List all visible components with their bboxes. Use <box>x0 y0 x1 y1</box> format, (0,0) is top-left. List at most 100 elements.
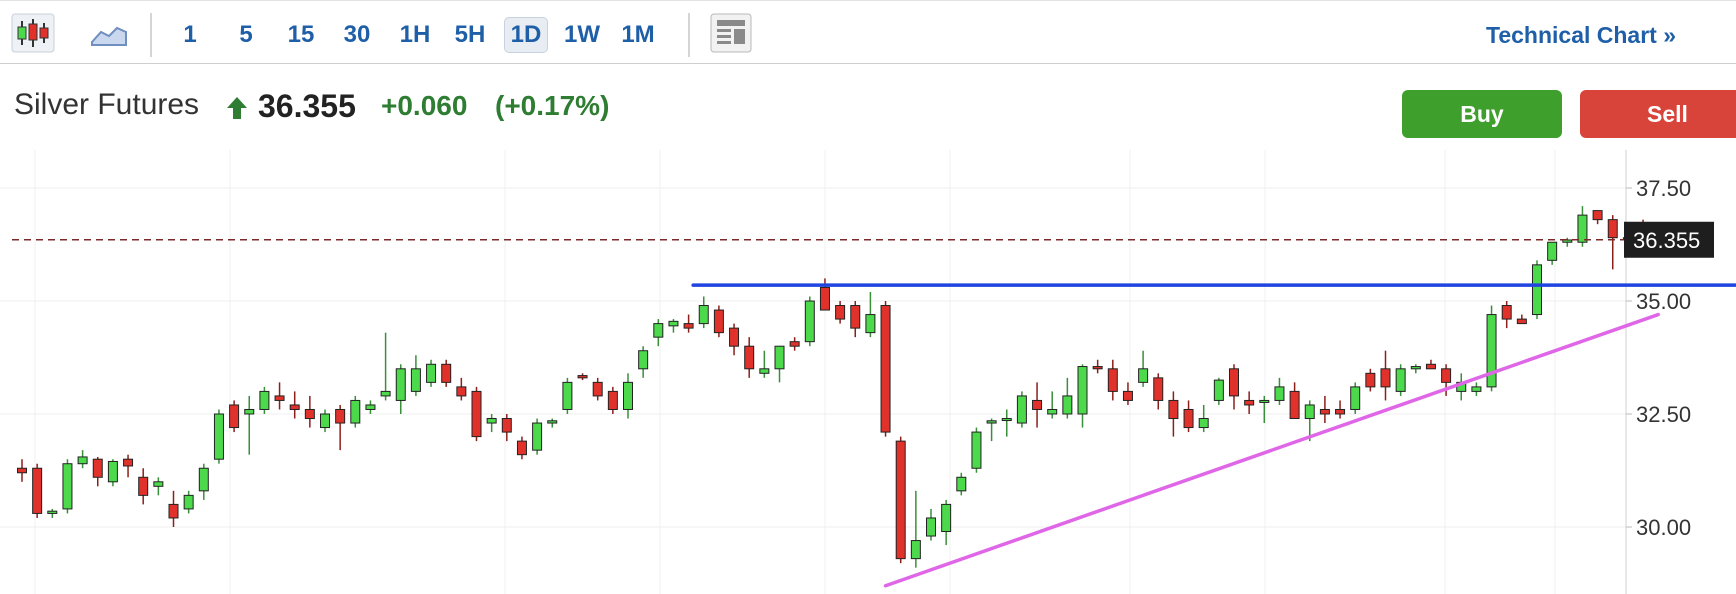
last-price-badge: 36.355 <box>1624 221 1714 258</box>
candle-body <box>1168 399 1179 420</box>
candle-body <box>1471 386 1482 392</box>
candle <box>683 314 694 333</box>
candle-body <box>501 418 512 433</box>
area-chart-icon[interactable] <box>86 13 132 53</box>
candle <box>92 456 103 487</box>
candle <box>229 400 240 433</box>
sell-button[interactable]: Sell <box>1580 90 1736 138</box>
candle-body <box>1229 368 1239 397</box>
candle <box>547 418 558 428</box>
timeframe-30[interactable]: 30 <box>337 17 377 53</box>
candle-body <box>1062 395 1073 415</box>
timeframe-1w[interactable]: 1W <box>560 17 604 53</box>
candle <box>426 359 437 387</box>
candle <box>1289 382 1300 420</box>
candle-body <box>198 467 209 492</box>
candle-body <box>1532 264 1542 316</box>
candle <box>1380 350 1391 401</box>
candle-body <box>32 467 43 514</box>
candle-body <box>138 476 149 496</box>
candle <box>17 459 27 482</box>
candle <box>365 400 376 414</box>
timeframe-1h[interactable]: 1H <box>393 17 437 53</box>
candle <box>1410 364 1421 374</box>
candle-body <box>1350 386 1361 410</box>
candle-body <box>789 341 800 347</box>
candle-body <box>1244 399 1255 406</box>
candle-body <box>547 420 558 424</box>
candle-body <box>607 390 618 410</box>
candle-body <box>380 390 391 397</box>
candle-body <box>1441 368 1452 383</box>
timeframe-1m[interactable]: 1M <box>616 17 660 53</box>
technical-chart-link[interactable]: Technical Chart » <box>1486 17 1736 53</box>
candlestick-chart-icon[interactable] <box>8 13 58 53</box>
candle-body <box>1425 363 1436 370</box>
candle-body <box>350 399 361 424</box>
candle-body <box>47 510 58 514</box>
candle-body <box>623 381 633 410</box>
candle <box>1532 260 1542 320</box>
layout-icon[interactable] <box>708 13 754 53</box>
candle-body <box>865 314 876 334</box>
candle <box>1062 377 1073 419</box>
candle <box>1077 364 1088 428</box>
y-tick-label: 37.50 <box>1636 176 1691 201</box>
candle <box>986 418 997 442</box>
price-axis: 37.50 35.00 32.50 30.00 36.355 <box>1624 176 1714 540</box>
candle-body <box>986 420 997 424</box>
candle-body <box>456 386 467 397</box>
candle-body <box>562 381 573 410</box>
candle-body <box>229 404 240 429</box>
candle-body <box>304 408 315 420</box>
candle-body <box>683 323 694 329</box>
candle <box>1092 359 1103 374</box>
timeframe-5h[interactable]: 5H <box>448 17 492 53</box>
timeframe-1[interactable]: 1 <box>172 17 208 53</box>
candle-body <box>1607 219 1618 239</box>
candle-body <box>471 390 482 438</box>
candle <box>350 395 361 428</box>
candle <box>153 477 164 496</box>
candle-body <box>759 368 770 374</box>
candle-body <box>1259 399 1270 403</box>
candle <box>577 373 588 381</box>
buy-button[interactable]: Buy <box>1402 90 1562 138</box>
chart-toolbar: 1 5 15 30 1H 5H 1D 1W 1M Technical Chart… <box>0 0 1736 64</box>
timeframe-5[interactable]: 5 <box>228 17 264 53</box>
candle <box>729 323 740 356</box>
candle-body <box>910 540 921 560</box>
candle-body <box>365 404 376 410</box>
candle-body <box>1304 404 1315 420</box>
timeframe-1d[interactable]: 1D <box>504 17 548 53</box>
candle-body <box>1319 408 1330 415</box>
candle-body <box>1380 368 1391 388</box>
candle-body <box>77 456 88 465</box>
candle <box>1107 359 1118 401</box>
timeframe-15[interactable]: 15 <box>281 17 321 53</box>
candle-body <box>926 517 936 537</box>
trendline[interactable] <box>883 312 1660 588</box>
candle <box>123 454 134 478</box>
candle <box>107 459 118 487</box>
candle <box>138 468 149 505</box>
candle <box>1607 215 1618 270</box>
candle <box>592 377 603 401</box>
price-chart[interactable]: 37.50 35.00 32.50 30.00 36.355 <box>0 150 1736 594</box>
candle <box>774 345 785 383</box>
candle-body <box>1395 368 1406 392</box>
candle-body <box>183 494 194 510</box>
candle-body <box>956 476 967 492</box>
candle-body <box>774 345 785 370</box>
candle <box>562 377 573 414</box>
candle <box>380 332 391 401</box>
candle <box>1153 373 1164 410</box>
candle <box>1122 382 1133 405</box>
candle-body <box>532 422 543 451</box>
toolbar-divider <box>150 13 152 57</box>
candle-body <box>259 390 270 410</box>
candle-body <box>441 363 452 383</box>
candle <box>880 301 891 437</box>
candle <box>1032 382 1043 428</box>
last-price-label: 36.355 <box>1633 228 1700 253</box>
